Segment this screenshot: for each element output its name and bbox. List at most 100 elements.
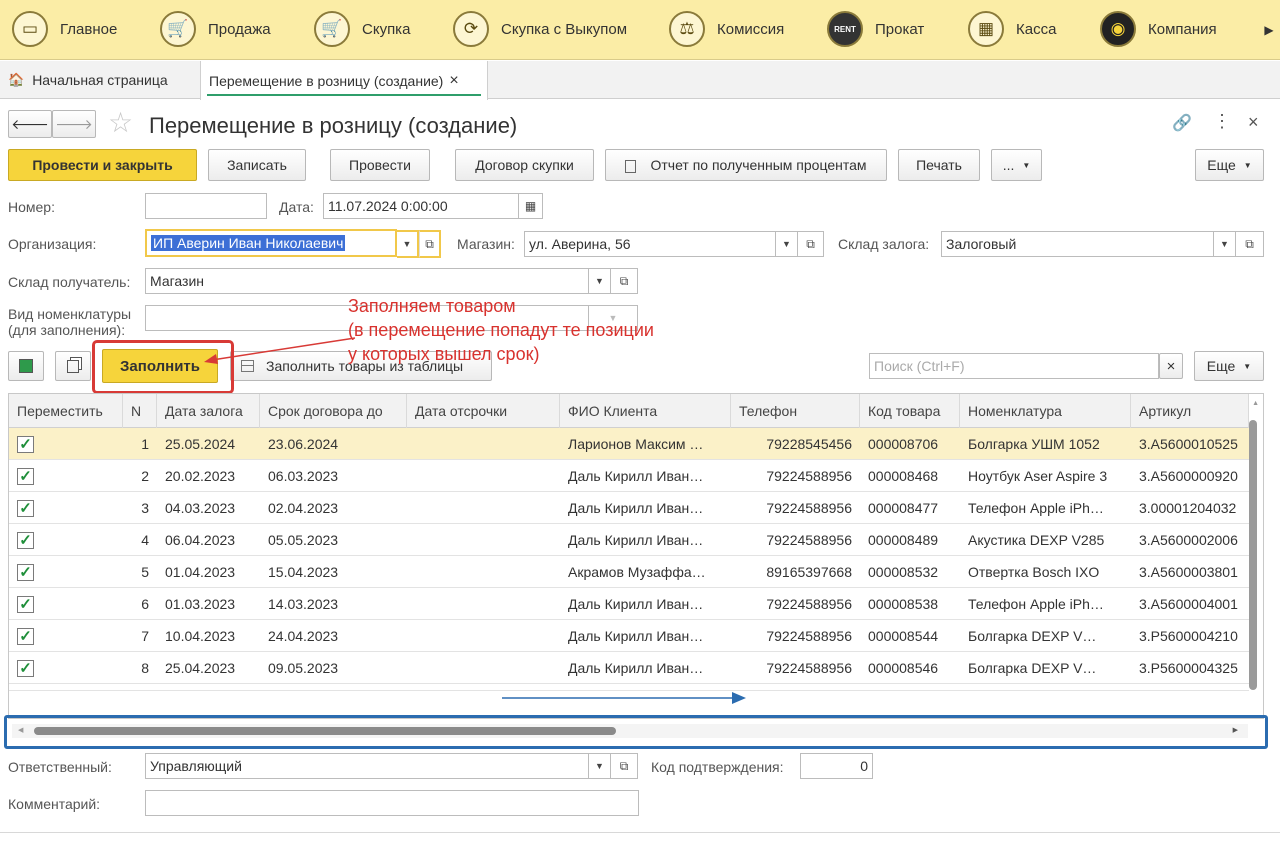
checkbox-checked-icon[interactable]: ✓ — [17, 627, 34, 645]
cell-move-checkbox[interactable]: ✓ — [9, 652, 123, 684]
cell-move-checkbox[interactable]: ✓ — [9, 492, 123, 524]
copy-icon[interactable] — [55, 351, 91, 381]
checkbox-checked-icon[interactable]: ✓ — [17, 499, 34, 517]
home-tab-icon: 🏠 — [8, 72, 25, 87]
cell-contract-term: 24.04.2023 — [268, 628, 339, 644]
column-header-contract-term[interactable]: Срок договора до — [260, 394, 407, 428]
table-row[interactable]: ✓ 3 04.03.2023 02.04.2023 Даль Кирилл Иван… 7… — [9, 492, 1249, 524]
cell-move-checkbox[interactable]: ✓ — [9, 556, 123, 588]
confirmation-code-field[interactable]: 0 — [800, 753, 873, 779]
search-input[interactable]: Поиск (Ctrl+F) — [869, 353, 1159, 379]
shop-dropdown-icon[interactable]: ▼ — [776, 231, 798, 257]
receiver-warehouse-field[interactable]: Магазин — [145, 268, 589, 294]
pawn-warehouse-open-icon[interactable]: ⧉ — [1236, 231, 1264, 257]
receiver-warehouse-open-icon[interactable]: ⧉ — [611, 268, 638, 294]
nav-item-cash[interactable]: ▦ Касса — [968, 10, 1056, 48]
cell-move-checkbox[interactable]: ✓ — [9, 620, 123, 652]
cell-move-checkbox[interactable]: ✓ — [9, 588, 123, 620]
organization-dropdown-icon[interactable]: ▼ — [397, 230, 419, 258]
column-header-move[interactable]: Переместить — [9, 394, 123, 428]
table-row[interactable]: ✓ 1 25.05.2024 23.06.2024 Ларионов Максим … 7… — [9, 428, 1249, 460]
forward-button[interactable]: 🡒 — [52, 110, 96, 138]
post-and-close-button[interactable]: Провести и закрыть — [8, 149, 197, 181]
nav-item-commission[interactable]: ⚖ Комиссия — [669, 10, 784, 48]
table-more-button[interactable]: Еще ▼ — [1194, 351, 1264, 381]
tab-home[interactable]: 🏠 Начальная страница — [0, 61, 198, 99]
nav-item-company[interactable]: ◉ Компания — [1100, 10, 1217, 48]
table-row[interactable]: ✓ 2 20.02.2023 06.03.2023 Даль Кирилл Иван… 7… — [9, 460, 1249, 492]
column-header-nomenclature[interactable]: Номенклатура — [960, 394, 1131, 428]
horizontal-scroll-thumb[interactable] — [34, 727, 616, 735]
check-all-icon[interactable] — [8, 351, 44, 381]
checkbox-checked-icon[interactable]: ✓ — [17, 659, 34, 677]
nav-item-sale[interactable]: 🛒 Продажа — [160, 10, 271, 48]
cell-deferral-date — [407, 620, 560, 652]
nav-item-buyup-redemption[interactable]: ⟳ Скупка с Выкупом — [453, 10, 627, 48]
extra-actions-button[interactable]: ... ▼ — [991, 149, 1042, 181]
shop-field[interactable]: ул. Аверина, 56 — [524, 231, 776, 257]
tab-close-icon[interactable]: × — [449, 72, 458, 90]
nav-scroll-right-icon[interactable]: ▶ — [1258, 0, 1280, 60]
responsible-open-icon[interactable]: ⧉ — [611, 753, 638, 779]
responsible-dropdown-icon[interactable]: ▼ — [589, 753, 611, 779]
column-header-pawn-date[interactable]: Дата залога — [157, 394, 260, 428]
checkbox-checked-icon[interactable]: ✓ — [17, 595, 34, 613]
calendar-icon[interactable]: ▦ — [519, 193, 543, 219]
vertical-scrollbar[interactable] — [1249, 420, 1257, 690]
cell-phone: 79224588956 — [766, 628, 852, 644]
organization-label: Организация: — [8, 236, 97, 252]
nav-item-rent[interactable]: RENT Прокат — [827, 10, 924, 48]
table-row[interactable]: ✓ 7 10.04.2023 24.04.2023 Даль Кирилл Иван… 7… — [9, 620, 1249, 652]
horizontal-scroll-track[interactable]: ◀ ▶ — [12, 724, 1248, 738]
pawn-warehouse-dropdown-icon[interactable]: ▼ — [1214, 231, 1236, 257]
nav-item-buyup[interactable]: 🛒 Скупка — [314, 10, 410, 48]
table-row[interactable]: ✓ 5 01.04.2023 15.04.2023 Акрамов Музаффа… 89… — [9, 556, 1249, 588]
responsible-field[interactable]: Управляющий — [145, 753, 589, 779]
column-header-phone[interactable]: Телефон — [731, 394, 860, 428]
back-button[interactable]: 🡐 — [8, 110, 52, 138]
favorite-star-icon[interactable]: ☆ — [108, 108, 133, 138]
cell-move-checkbox[interactable]: ✓ — [9, 524, 123, 556]
organization-open-icon[interactable]: ⧉ — [419, 230, 441, 258]
scroll-left-icon[interactable]: ◀ — [18, 726, 23, 734]
shop-open-icon[interactable]: ⧉ — [798, 231, 824, 257]
receiver-warehouse-dropdown-icon[interactable]: ▼ — [589, 268, 611, 294]
interest-report-button[interactable]: Отчет по полученным процентам — [605, 149, 887, 181]
post-button[interactable]: Провести — [330, 149, 430, 181]
cell-pawn-date: 10.04.2023 — [165, 628, 236, 644]
pawn-warehouse-field[interactable]: Залоговый — [941, 231, 1214, 257]
more-button[interactable]: Еще ▼ — [1195, 149, 1264, 181]
column-header-client[interactable]: ФИО Клиента — [560, 394, 731, 428]
column-header-deferral-date[interactable]: Дата отсрочки — [407, 394, 560, 428]
link-icon[interactable]: 🔗 — [1172, 113, 1192, 133]
print-button[interactable]: Печать — [898, 149, 980, 181]
cell-move-checkbox[interactable]: ✓ — [9, 428, 123, 460]
table-row[interactable]: ✓ 4 06.04.2023 05.05.2023 Даль Кирилл Иван… 7… — [9, 524, 1249, 556]
table-row[interactable]: ✓ 6 01.03.2023 14.03.2023 Даль Кирилл Иван… 7… — [9, 588, 1249, 620]
tab-transfer-create[interactable]: Перемещение в розницу (создание) × — [200, 61, 488, 100]
column-header-item-code[interactable]: Код товара — [860, 394, 960, 428]
buyup-contract-button[interactable]: Договор скупки — [455, 149, 594, 181]
cell-move-checkbox[interactable]: ✓ — [9, 460, 123, 492]
nav-item-main[interactable]: ▭ Главное — [12, 10, 117, 48]
search-clear-icon[interactable]: × — [1159, 353, 1183, 379]
scroll-right-icon[interactable]: ▶ — [1233, 726, 1238, 734]
close-form-icon[interactable]: × — [1248, 112, 1259, 133]
date-field[interactable]: 11.07.2024 0:00:00 — [323, 193, 519, 219]
checkbox-checked-icon[interactable]: ✓ — [17, 531, 34, 549]
organization-field[interactable]: ИП Аверин Иван Николаевич — [145, 229, 397, 257]
number-field[interactable] — [145, 193, 267, 219]
cell-pawn-date: 25.04.2023 — [165, 660, 236, 676]
column-header-n[interactable]: N — [123, 394, 157, 428]
cell-article: 3.00001204032 — [1139, 500, 1237, 516]
save-button[interactable]: Записать — [208, 149, 306, 181]
checkbox-checked-icon[interactable]: ✓ — [17, 563, 34, 581]
scroll-up-icon[interactable]: ▲ — [1252, 400, 1259, 407]
checkbox-checked-icon[interactable]: ✓ — [17, 435, 34, 453]
checkbox-checked-icon[interactable]: ✓ — [17, 467, 34, 485]
cell-client-name: Даль Кирилл Иван… — [568, 532, 704, 548]
column-header-article[interactable]: Артикул — [1131, 394, 1249, 428]
more-menu-icon[interactable]: ⋮ — [1213, 111, 1231, 132]
comment-field[interactable] — [145, 790, 639, 816]
table-row[interactable]: ✓ 8 25.04.2023 09.05.2023 Даль Кирилл Иван… 7… — [9, 652, 1249, 684]
